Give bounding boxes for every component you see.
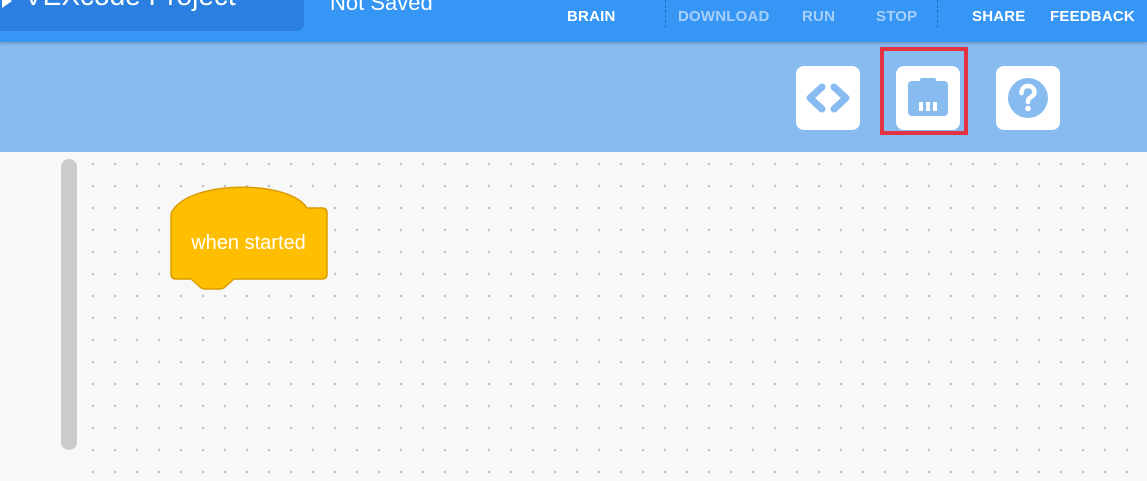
run-button[interactable]: RUN [802,8,835,25]
vertical-scrollbar[interactable] [61,159,77,450]
project-name-box[interactable]: VEXcode Project [0,0,304,31]
help-button[interactable] [996,66,1060,130]
when-started-block[interactable]: when started [169,184,329,296]
download-button[interactable]: DOWNLOAD [678,8,770,25]
nav-divider [665,0,666,28]
help-question-icon [1008,78,1048,118]
block-workspace[interactable]: when started [0,152,1147,481]
highlight-box [880,47,968,135]
stop-button[interactable]: STOP [876,8,917,25]
brain-button[interactable]: BRAIN [567,8,616,25]
top-nav-bar: VEXcode Project Not Saved BRAIN DOWNLOAD… [0,0,1147,42]
project-name[interactable]: VEXcode Project [24,0,236,12]
code-brackets-icon [806,83,850,113]
editor-toolbar [0,42,1147,152]
play-arrow-icon [2,0,12,8]
code-viewer-button[interactable] [796,66,860,130]
block-label: when started [191,232,306,254]
nav-divider [937,0,938,28]
save-status: Not Saved [330,0,433,15]
share-button[interactable]: SHARE [972,8,1026,25]
feedback-button[interactable]: FEEDBACK [1050,8,1135,25]
